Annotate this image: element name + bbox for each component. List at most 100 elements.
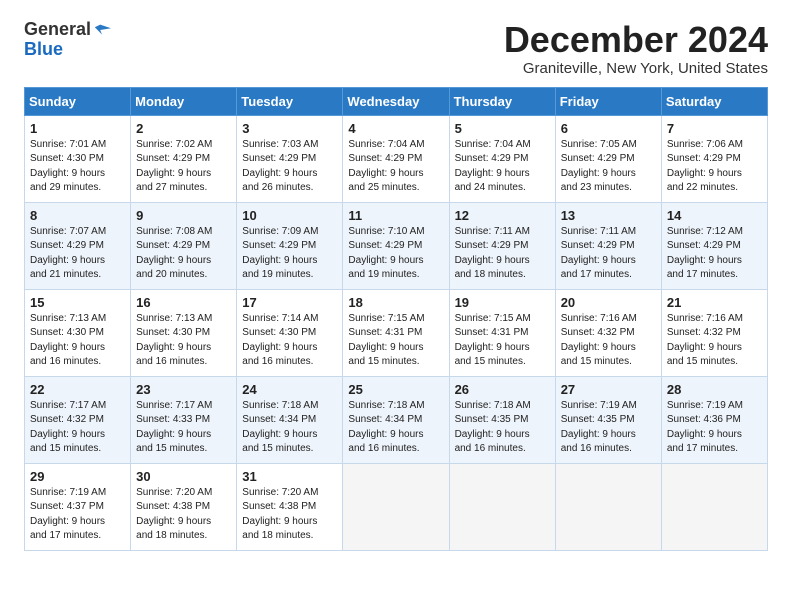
calendar-cell: 21Sunrise: 7:16 AM Sunset: 4:32 PM Dayli… [661, 289, 767, 376]
calendar-cell: 28Sunrise: 7:19 AM Sunset: 4:36 PM Dayli… [661, 376, 767, 463]
day-info: Sunrise: 7:16 AM Sunset: 4:32 PM Dayligh… [561, 312, 656, 370]
calendar-cell: 7 Sunrise: 7:06 AM Sunset: 4:29 PM Daylig… [661, 115, 767, 202]
calendar-cell: 12Sunrise: 7:11 AM Sunset: 4:29 PM Dayli… [449, 202, 555, 289]
day-number: 22 [30, 382, 125, 397]
day-number: 27 [561, 382, 656, 397]
calendar-cell: 5 Sunrise: 7:04 AM Sunset: 4:29 PM Daylig… [449, 115, 555, 202]
calendar-cell: 2 Sunrise: 7:02 AM Sunset: 4:29 PM Daylig… [131, 115, 237, 202]
day-info: Sunrise: 7:17 AM Sunset: 4:33 PM Dayligh… [136, 399, 231, 457]
day-info: Sunrise: 7:04 AM Sunset: 4:29 PM Dayligh… [455, 138, 550, 196]
day-info: Sunrise: 7:19 AM Sunset: 4:36 PM Dayligh… [667, 399, 762, 457]
week-row-5: 29Sunrise: 7:19 AM Sunset: 4:37 PM Dayli… [25, 463, 768, 550]
day-info: Sunrise: 7:12 AM Sunset: 4:29 PM Dayligh… [667, 225, 762, 283]
logo: General Blue [24, 20, 111, 60]
day-info: Sunrise: 7:19 AM Sunset: 4:35 PM Dayligh… [561, 399, 656, 457]
day-number: 23 [136, 382, 231, 397]
calendar-cell [449, 463, 555, 550]
logo-bird-icon [93, 21, 111, 39]
day-number: 29 [30, 469, 125, 484]
calendar-cell: 20 Sunrise: 7:16 AM Sunset: 4:32 PM Dayli… [555, 289, 661, 376]
day-number: 24 [242, 382, 337, 397]
calendar-cell: 6Sunrise: 7:05 AM Sunset: 4:29 PM Daylig… [555, 115, 661, 202]
day-number: 10 [242, 208, 337, 223]
day-info: Sunrise: 7:11 AM Sunset: 4:29 PM Dayligh… [561, 225, 656, 283]
day-number: 9 [136, 208, 231, 223]
calendar-cell [343, 463, 449, 550]
week-row-4: 22Sunrise: 7:17 AM Sunset: 4:32 PM Dayli… [25, 376, 768, 463]
calendar-cell: 18 Sunrise: 7:15 AM Sunset: 4:31 PM Dayli… [343, 289, 449, 376]
header-row: SundayMondayTuesdayWednesdayThursdayFrid… [25, 87, 768, 115]
day-number: 16 [136, 295, 231, 310]
day-number: 19 [455, 295, 550, 310]
day-info: Sunrise: 7:06 AM Sunset: 4:29 PM Dayligh… [667, 138, 762, 196]
day-number: 30 [136, 469, 231, 484]
day-number: 20 [561, 295, 656, 310]
day-number: 15 [30, 295, 125, 310]
calendar-cell: 27 Sunrise: 7:19 AM Sunset: 4:35 PM Dayli… [555, 376, 661, 463]
col-header-sunday: Sunday [25, 87, 131, 115]
title-block: December 2024 Graniteville, New York, Un… [504, 20, 768, 77]
calendar-cell: 26 Sunrise: 7:18 AM Sunset: 4:35 PM Dayli… [449, 376, 555, 463]
week-row-3: 15 Sunrise: 7:13 AM Sunset: 4:30 PM Dayli… [25, 289, 768, 376]
day-number: 1 [30, 121, 125, 136]
day-number: 26 [455, 382, 550, 397]
calendar-cell: 8 Sunrise: 7:07 AM Sunset: 4:29 PM Daylig… [25, 202, 131, 289]
calendar-cell: 16 Sunrise: 7:13 AM Sunset: 4:30 PM Dayli… [131, 289, 237, 376]
day-number: 5 [455, 121, 550, 136]
day-number: 7 [667, 121, 762, 136]
calendar-cell: 22Sunrise: 7:17 AM Sunset: 4:32 PM Dayli… [25, 376, 131, 463]
calendar-cell [661, 463, 767, 550]
calendar-cell: 3 Sunrise: 7:03 AM Sunset: 4:29 PM Daylig… [237, 115, 343, 202]
day-info: Sunrise: 7:10 AM Sunset: 4:29 PM Dayligh… [348, 225, 443, 283]
day-number: 13 [561, 208, 656, 223]
week-row-2: 8 Sunrise: 7:07 AM Sunset: 4:29 PM Daylig… [25, 202, 768, 289]
day-number: 14 [667, 208, 762, 223]
day-info: Sunrise: 7:01 AM Sunset: 4:30 PM Dayligh… [30, 138, 125, 196]
calendar-cell: 1 Sunrise: 7:01 AM Sunset: 4:30 PM Daylig… [25, 115, 131, 202]
col-header-monday: Monday [131, 87, 237, 115]
calendar-cell: 10 Sunrise: 7:09 AM Sunset: 4:29 PM Dayli… [237, 202, 343, 289]
day-number: 3 [242, 121, 337, 136]
calendar-cell: 25Sunrise: 7:18 AM Sunset: 4:34 PM Dayli… [343, 376, 449, 463]
day-info: Sunrise: 7:09 AM Sunset: 4:29 PM Dayligh… [242, 225, 337, 283]
calendar-table: SundayMondayTuesdayWednesdayThursdayFrid… [24, 87, 768, 551]
day-info: Sunrise: 7:14 AM Sunset: 4:30 PM Dayligh… [242, 312, 337, 370]
calendar-cell: 19 Sunrise: 7:15 AM Sunset: 4:31 PM Dayli… [449, 289, 555, 376]
day-info: Sunrise: 7:03 AM Sunset: 4:29 PM Dayligh… [242, 138, 337, 196]
calendar-cell: 11 Sunrise: 7:10 AM Sunset: 4:29 PM Dayli… [343, 202, 449, 289]
calendar-cell: 15Sunrise: 7:13 AM Sunset: 4:30 PM Dayli… [25, 289, 131, 376]
calendar-cell [555, 463, 661, 550]
day-number: 4 [348, 121, 443, 136]
day-info: Sunrise: 7:13 AM Sunset: 4:30 PM Dayligh… [136, 312, 231, 370]
calendar-cell: 31Sunrise: 7:20 AM Sunset: 4:38 PM Dayli… [237, 463, 343, 550]
day-info: Sunrise: 7:15 AM Sunset: 4:31 PM Dayligh… [348, 312, 443, 370]
day-info: Sunrise: 7:18 AM Sunset: 4:34 PM Dayligh… [242, 399, 337, 457]
calendar-cell: 17 Sunrise: 7:14 AM Sunset: 4:30 PM Dayli… [237, 289, 343, 376]
calendar-cell: 24 Sunrise: 7:18 AM Sunset: 4:34 PM Dayli… [237, 376, 343, 463]
day-number: 8 [30, 208, 125, 223]
day-info: Sunrise: 7:20 AM Sunset: 4:38 PM Dayligh… [242, 486, 337, 544]
calendar-cell: 14 Sunrise: 7:12 AM Sunset: 4:29 PM Dayli… [661, 202, 767, 289]
day-info: Sunrise: 7:08 AM Sunset: 4:29 PM Dayligh… [136, 225, 231, 283]
day-number: 18 [348, 295, 443, 310]
calendar-cell: 9 Sunrise: 7:08 AM Sunset: 4:29 PM Daylig… [131, 202, 237, 289]
day-number: 11 [348, 208, 443, 223]
day-info: Sunrise: 7:02 AM Sunset: 4:29 PM Dayligh… [136, 138, 231, 196]
logo-blue: Blue [24, 40, 111, 60]
day-info: Sunrise: 7:15 AM Sunset: 4:31 PM Dayligh… [455, 312, 550, 370]
day-info: Sunrise: 7:07 AM Sunset: 4:29 PM Dayligh… [30, 225, 125, 283]
day-number: 2 [136, 121, 231, 136]
col-header-tuesday: Tuesday [237, 87, 343, 115]
day-number: 17 [242, 295, 337, 310]
day-number: 21 [667, 295, 762, 310]
calendar-cell: 30 Sunrise: 7:20 AM Sunset: 4:38 PM Dayli… [131, 463, 237, 550]
logo-general: General [24, 20, 91, 40]
day-info: Sunrise: 7:20 AM Sunset: 4:38 PM Dayligh… [136, 486, 231, 544]
col-header-saturday: Saturday [661, 87, 767, 115]
day-info: Sunrise: 7:11 AM Sunset: 4:29 PM Dayligh… [455, 225, 550, 283]
day-info: Sunrise: 7:18 AM Sunset: 4:35 PM Dayligh… [455, 399, 550, 457]
calendar-cell: 23 Sunrise: 7:17 AM Sunset: 4:33 PM Dayli… [131, 376, 237, 463]
col-header-thursday: Thursday [449, 87, 555, 115]
calendar-cell: 29Sunrise: 7:19 AM Sunset: 4:37 PM Dayli… [25, 463, 131, 550]
day-number: 6 [561, 121, 656, 136]
